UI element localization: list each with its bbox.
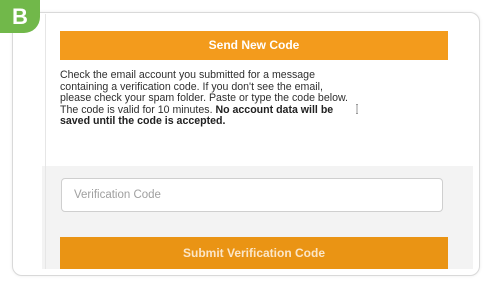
submit-verification-code-button[interactable]: Submit Verification Code [60,237,448,269]
instructions-line-2: containing a verification code. If you d… [60,80,323,93]
instructions-line-4: The code is valid for 10 minutes. [60,103,216,116]
instructions-line-1: Check the email account you submitted fo… [60,69,315,81]
instructions-bold-1: No account data will be [215,103,334,116]
text-cursor-icon [356,104,358,114]
send-new-code-button[interactable]: Send New Code [60,31,448,60]
step-badge: B [0,0,40,33]
instructions-line-3: please check your spam folder. Paste or … [60,92,348,104]
verification-panel: Send New Code Check the email account yo… [42,14,473,269]
screenshot-frame: Send New Code Check the email account yo… [0,0,487,283]
instructions-bold-2: saved until the code is accepted. [60,115,226,127]
panel-edge [45,14,46,269]
instructions-text: Check the email account you submitted fo… [60,69,452,128]
verification-code-input[interactable] [61,178,443,212]
